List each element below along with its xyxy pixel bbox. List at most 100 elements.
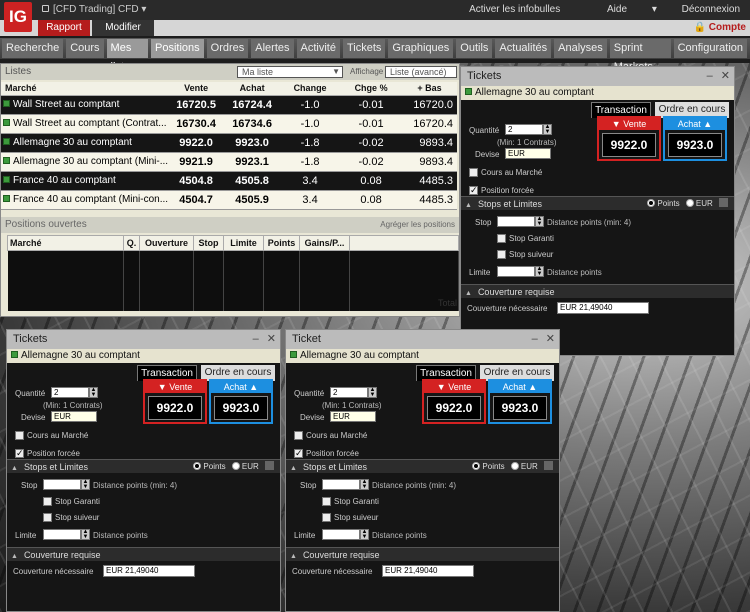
- pos-col-points[interactable]: Points: [263, 235, 300, 251]
- ticket-titlebar[interactable]: Tickets – ✕: [461, 67, 734, 86]
- devise-field[interactable]: EUR: [330, 411, 376, 422]
- sell-button[interactable]: ▼ Vente 9922.0: [422, 379, 486, 424]
- eur-radio[interactable]: [510, 462, 519, 470]
- quantite-stepper[interactable]: ▲ ▼: [89, 387, 98, 398]
- stop-stepper[interactable]: ▲ ▼: [360, 479, 369, 490]
- nav-analyses[interactable]: Analyses: [554, 39, 607, 58]
- limite-stepper[interactable]: ▲ ▼: [535, 266, 544, 277]
- watchlist-row[interactable]: France 40 au comptant 4504.8 4505.8 3.4 0.08…: [1, 171, 457, 191]
- minimize-icon[interactable]: –: [253, 333, 259, 345]
- nav-sprint-markets[interactable]: Sprint Markets: [609, 39, 671, 73]
- stops-section-header[interactable]: ▲ Stops et Limites Points EUR: [286, 459, 559, 473]
- stop-garanti-checkbox[interactable]: [322, 497, 331, 506]
- market-cell[interactable]: Wall Street au comptant: [1, 95, 169, 115]
- ticket-titlebar[interactable]: Ticket – ✕: [286, 330, 559, 349]
- quantite-input[interactable]: 2: [330, 387, 368, 398]
- position-forcee-checkbox[interactable]: [15, 448, 24, 459]
- aide-link[interactable]: Aide ▾: [585, 4, 657, 15]
- col-bas[interactable]: + Bas: [402, 82, 457, 96]
- devise-field[interactable]: EUR: [51, 411, 97, 422]
- position-forcee-checkbox[interactable]: [469, 185, 478, 196]
- account-title[interactable]: [CFD Trading] CFD ▾: [42, 4, 146, 15]
- stops-section-header[interactable]: ▲ Stops et Limites Points EUR: [7, 459, 280, 473]
- aggregate-link[interactable]: Agréger les positions: [380, 217, 455, 233]
- close-icon[interactable]: ✕: [546, 333, 555, 345]
- unit-menu-button[interactable]: [544, 461, 553, 470]
- stop-garanti-checkbox[interactable]: [43, 497, 52, 506]
- nav-recherche[interactable]: Recherche: [2, 39, 64, 58]
- stops-section-header[interactable]: ▲ Stops et Limites Points EUR: [461, 196, 734, 210]
- stop-input[interactable]: [322, 479, 360, 490]
- pos-col-limite[interactable]: Limite: [223, 235, 264, 251]
- couverture-section-header[interactable]: ▲ Couverture requise: [461, 284, 734, 298]
- nav-graphiques[interactable]: Graphiques: [388, 39, 454, 58]
- limite-input[interactable]: [497, 266, 535, 277]
- watchlist-row[interactable]: Wall Street au comptant 16720.5 16724.4 -1.…: [1, 95, 457, 115]
- eur-radio[interactable]: [231, 462, 240, 470]
- stop-suiveur-checkbox[interactable]: [497, 250, 506, 259]
- watchlist-row[interactable]: France 40 au comptant (Mini-con... 4504.7…: [1, 190, 457, 210]
- quantite-stepper[interactable]: ▲ ▼: [543, 124, 552, 135]
- devise-field[interactable]: EUR: [505, 148, 551, 159]
- buy-button[interactable]: Achat ▲ 9923.0: [209, 379, 273, 424]
- nav-outils[interactable]: Outils: [456, 39, 493, 58]
- cours-marche-checkbox[interactable]: [15, 431, 24, 440]
- nav-tickets[interactable]: Tickets: [342, 39, 386, 58]
- sell-button[interactable]: ▼ Vente 9922.0: [597, 116, 661, 161]
- list-select[interactable]: Ma liste ▼: [237, 66, 343, 78]
- stop-input[interactable]: [43, 479, 81, 490]
- nav-alertes[interactable]: Alertes: [251, 39, 294, 58]
- quantite-input[interactable]: 2: [505, 124, 543, 135]
- unit-menu-button[interactable]: [265, 461, 274, 470]
- deconnexion-link[interactable]: Déconnexion: [682, 4, 740, 15]
- unit-menu-button[interactable]: [719, 198, 728, 207]
- couverture-section-header[interactable]: ▲ Couverture requise: [286, 547, 559, 561]
- points-radio[interactable]: [647, 199, 656, 207]
- nav-cours[interactable]: Cours: [66, 39, 104, 58]
- quantite-stepper[interactable]: ▲ ▼: [368, 387, 377, 398]
- sell-button[interactable]: ▼ Vente 9922.0: [143, 379, 207, 424]
- stop-stepper[interactable]: ▲ ▼: [535, 216, 544, 227]
- cours-marche-checkbox[interactable]: [294, 431, 303, 440]
- ticket-titlebar[interactable]: Tickets – ✕: [7, 330, 280, 349]
- infobulles-link[interactable]: Activer les infobulles: [469, 4, 560, 15]
- stop-garanti-checkbox[interactable]: [497, 234, 506, 243]
- pos-col-ouverture[interactable]: Ouverture: [139, 235, 194, 251]
- market-cell[interactable]: Allemagne 30 au comptant: [1, 133, 169, 153]
- pos-col-stop[interactable]: Stop: [193, 235, 224, 251]
- affichage-select[interactable]: Liste (avancé): [385, 66, 457, 78]
- limite-stepper[interactable]: ▲ ▼: [81, 529, 90, 540]
- buy-button[interactable]: Achat ▲ 9923.0: [663, 116, 727, 161]
- minimize-icon[interactable]: –: [532, 333, 538, 345]
- stop-suiveur-checkbox[interactable]: [322, 513, 331, 522]
- nav-mes-listes[interactable]: Mes listes: [106, 39, 148, 73]
- nav-activite[interactable]: Activité: [296, 39, 340, 58]
- limite-input[interactable]: [322, 529, 360, 540]
- stop-input[interactable]: [497, 216, 535, 227]
- eur-radio[interactable]: [685, 199, 694, 207]
- watchlist-row[interactable]: Allemagne 30 au comptant 9922.0 9923.0 -1.8…: [1, 133, 457, 153]
- quantite-input[interactable]: 2: [51, 387, 89, 398]
- col-change[interactable]: Change: [280, 82, 341, 96]
- pos-col-marche[interactable]: Marché: [7, 235, 124, 251]
- close-icon[interactable]: ✕: [267, 333, 276, 345]
- close-icon[interactable]: ✕: [721, 70, 730, 82]
- limite-stepper[interactable]: ▲ ▼: [360, 529, 369, 540]
- rapport-tab[interactable]: Rapport: [38, 20, 90, 36]
- nav-positions[interactable]: Positions: [151, 39, 204, 58]
- cours-marche-checkbox[interactable]: [469, 168, 478, 177]
- pos-col-gains[interactable]: Gains/P...: [299, 235, 350, 251]
- market-cell[interactable]: France 40 au comptant (Mini-con...: [1, 190, 169, 210]
- col-vente[interactable]: Vente: [168, 82, 225, 96]
- pos-col-q[interactable]: Q.: [123, 235, 140, 251]
- position-forcee-checkbox[interactable]: [294, 448, 303, 459]
- buy-button[interactable]: Achat ▲ 9923.0: [488, 379, 552, 424]
- col-marche[interactable]: Marché: [1, 82, 169, 96]
- compte-link[interactable]: 🔒 Compte: [694, 22, 746, 33]
- nav-ordres[interactable]: Ordres: [206, 39, 249, 58]
- market-cell[interactable]: France 40 au comptant: [1, 171, 169, 191]
- market-cell[interactable]: Allemagne 30 au comptant (Mini-...: [1, 152, 169, 172]
- minimize-icon[interactable]: –: [707, 70, 713, 82]
- couverture-section-header[interactable]: ▲ Couverture requise: [7, 547, 280, 561]
- points-radio[interactable]: [472, 462, 481, 470]
